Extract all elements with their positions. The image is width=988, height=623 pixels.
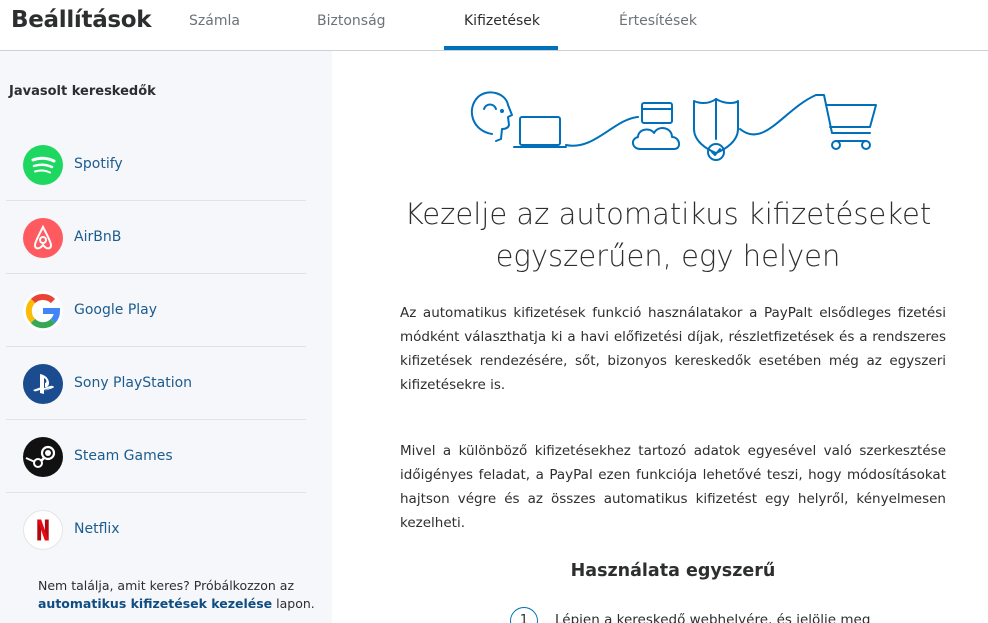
merchant-item-netflix[interactable]: Netflix	[6, 493, 306, 566]
suggested-merchants-sidebar: Javasolt kereskedők Spotify AirBnB Googl…	[0, 51, 332, 623]
merchant-item-airbnb[interactable]: AirBnB	[6, 201, 306, 274]
page-headline: Kezelje az automatikus kifizetéseket egy…	[398, 193, 938, 277]
merchant-name: Steam Games	[74, 448, 173, 464]
page-title: Beállítások	[11, 7, 152, 33]
how-to-use-heading: Használata egyszerű	[570, 561, 776, 581]
steam-icon	[23, 437, 63, 477]
sidebar-help-note: Nem találja, amit keres? Próbálkozzon az…	[38, 577, 318, 613]
note-text: Nem találja, amit keres? Próbálkozzon az	[38, 578, 295, 593]
merchant-name: Netflix	[74, 521, 120, 537]
merchant-item-spotify[interactable]: Spotify	[6, 128, 306, 201]
step-text: Lépjen a kereskedő webhelyére, és jelölj…	[555, 612, 871, 623]
active-tab-indicator	[444, 46, 558, 50]
sidebar-title: Javasolt kereskedők	[9, 84, 156, 99]
merchant-name: Google Play	[74, 302, 158, 318]
manage-automatic-payments-link[interactable]: automatikus kifizetések kezelése	[38, 596, 272, 611]
headline-line-1: Kezelje az automatikus kifizetéseket	[404, 197, 932, 231]
tab-biztonsag[interactable]: Biztonság	[317, 13, 386, 51]
google-icon	[23, 291, 63, 331]
headline-line-2: egyszerűen, egy helyen	[495, 239, 841, 273]
airbnb-icon	[23, 218, 63, 258]
main-content: Kezelje az automatikus kifizetéseket egy…	[332, 51, 988, 623]
merchant-item-sony-playstation[interactable]: Sony PlayStation	[6, 347, 306, 420]
intro-paragraph-1: Az automatikus kifizetések funkció haszn…	[400, 305, 946, 393]
tab-szamla[interactable]: Számla	[189, 13, 240, 51]
tab-ertesitesek[interactable]: Értesítések	[619, 13, 697, 51]
intro-paragraph-2: Mivel a különböző kifizetésekhez tartozó…	[400, 443, 946, 531]
settings-header: Beállítások Számla Biztonság Kifizetések…	[0, 0, 988, 51]
merchant-item-steam[interactable]: Steam Games	[6, 420, 306, 493]
playstation-icon	[23, 364, 63, 404]
merchant-name: AirBnB	[74, 229, 122, 245]
note-suffix: lapon.	[276, 596, 315, 611]
netflix-icon	[23, 510, 63, 550]
merchant-name: Sony PlayStation	[74, 375, 193, 391]
merchant-name: Spotify	[74, 156, 123, 172]
automatic-payments-illustration	[470, 91, 877, 161]
step-number-badge: 1	[510, 607, 538, 623]
merchant-item-google-play[interactable]: Google Play	[6, 274, 306, 347]
spotify-icon	[23, 145, 63, 185]
